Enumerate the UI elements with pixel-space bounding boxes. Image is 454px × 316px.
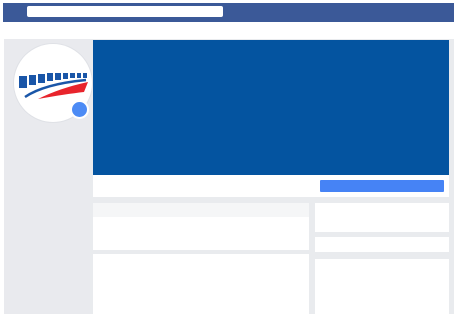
card-header xyxy=(93,203,309,217)
primary-action-button[interactable] xyxy=(320,180,444,192)
top-navigation-bar xyxy=(3,3,454,22)
feed-post-card xyxy=(93,254,309,314)
photos-card xyxy=(315,259,449,314)
post-composer-card xyxy=(93,203,309,250)
profile-page xyxy=(0,0,454,316)
search-input[interactable] xyxy=(27,6,223,17)
cover-photo[interactable] xyxy=(93,40,449,175)
intro-card xyxy=(315,203,449,232)
profile-area xyxy=(4,39,454,314)
sidebar-card xyxy=(315,237,449,252)
online-status-icon xyxy=(72,102,87,117)
profile-action-bar xyxy=(93,175,449,197)
